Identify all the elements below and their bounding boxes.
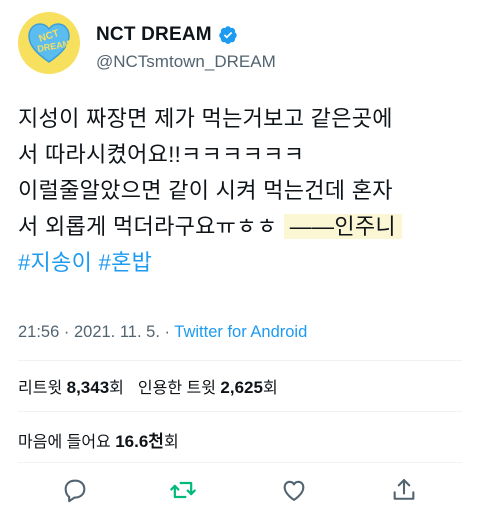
hashtag-link[interactable]: #혼밥	[99, 250, 153, 275]
tweet-text: 지성이 짜장면 제가 먹는거보고 같은곳에 서 따라시켰어요!!ㅋㅋㅋㅋㅋㅋ 이…	[18, 101, 468, 281]
retweets-count: 8,343	[66, 378, 110, 397]
hashtag-line: #지송이 #혼밥	[18, 245, 468, 281]
tweet-line-2: 서 따라시켰어요!!ㅋㅋㅋㅋㅋㅋ	[18, 142, 305, 167]
tweet-time[interactable]: 21:56	[18, 323, 59, 341]
tweet-line-4: 서 외롭게 먹더라구요ㅠㅎㅎ ——인주니	[18, 209, 468, 245]
avatar[interactable]: NCT DREAM	[18, 12, 80, 74]
verified-badge-icon	[219, 26, 237, 44]
share-icon[interactable]	[390, 476, 418, 504]
tweet-date[interactable]: 2021. 11. 5.	[74, 323, 160, 341]
nct-dream-logo: NCT DREAM	[28, 23, 71, 63]
divider	[18, 411, 462, 412]
likes-stat[interactable]: 마음에 들어요 16.6천회	[18, 427, 179, 452]
meta-separator: ·	[59, 323, 74, 341]
retweets-label: 리트윗	[18, 380, 63, 397]
tweet-source-link[interactable]: Twitter for Android	[174, 323, 307, 341]
likes-label: 마음에 들어요	[18, 434, 111, 451]
divider	[18, 360, 462, 361]
retweet-stats: 리트윗 8,343회 인용한 트윗 2,625회	[18, 374, 278, 398]
hashtag-link[interactable]: #지송이	[18, 250, 92, 275]
signature-highlight: ——인주니	[283, 214, 402, 239]
quotes-count: 2,625	[220, 378, 263, 397]
quotes-unit: 회	[262, 380, 278, 397]
tweet-meta: 21:56 · 2021. 11. 5. · Twitter for Andro…	[18, 323, 307, 342]
retweets-unit: 회	[109, 380, 124, 397]
quotes-stat[interactable]: 인용한 트윗 2,625회	[137, 378, 278, 397]
reply-icon[interactable]	[61, 476, 89, 504]
user-handle[interactable]: @NCTsmtown_DREAM	[96, 52, 276, 72]
tweet-line-1: 지성이 짜장면 제가 먹는거보고 같은곳에	[18, 106, 393, 131]
tweet-header: NCT DREAM NCT DREAM @NCTsmtown_DREAM	[18, 12, 462, 74]
divider	[18, 462, 462, 463]
retweet-icon[interactable]	[169, 476, 197, 504]
quotes-label: 인용한 트윗	[137, 380, 216, 397]
likes-unit: 회	[163, 434, 179, 451]
likes-count: 16.6천	[115, 432, 164, 451]
name-row: NCT DREAM	[96, 24, 238, 46]
meta-separator: ·	[159, 323, 175, 341]
tweet-line-3: 이럴줄알았으면 같이 시켜 먹는건데 혼자	[18, 178, 393, 203]
display-name[interactable]: NCT DREAM	[96, 24, 212, 46]
retweets-stat[interactable]: 리트윗 8,343회	[18, 378, 124, 397]
like-icon[interactable]	[280, 476, 308, 504]
tweet-actions	[0, 470, 480, 510]
tweet-line-4-text: 서 외롭게 먹더라구요ㅠㅎㅎ	[18, 214, 284, 239]
